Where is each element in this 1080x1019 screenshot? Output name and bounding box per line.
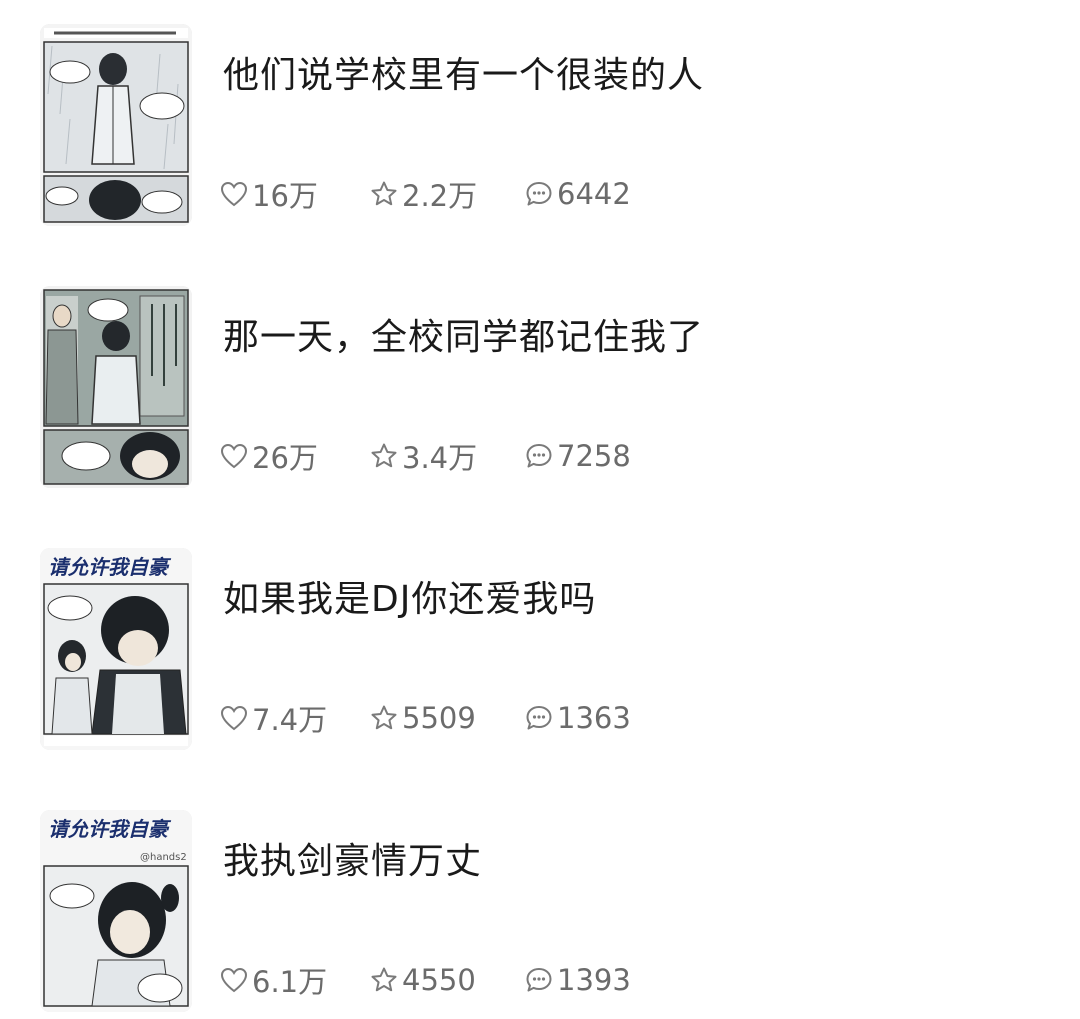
comic-cover-image[interactable] bbox=[40, 24, 192, 226]
favorite-count: 4550 bbox=[402, 963, 476, 997]
speech-bubble-icon bbox=[526, 706, 552, 730]
post-stats: 6.1万 4550 1393 bbox=[220, 960, 631, 1000]
heart-outline-icon bbox=[220, 705, 248, 731]
like-stat[interactable]: 7.4万 bbox=[220, 697, 370, 739]
comment-count: 6442 bbox=[557, 177, 631, 211]
comic-cover-image[interactable]: 请允许我自豪 bbox=[40, 548, 192, 750]
comment-stat[interactable]: 1363 bbox=[525, 701, 631, 735]
like-stat[interactable]: 26万 bbox=[220, 435, 370, 477]
like-stat[interactable]: 16万 bbox=[220, 173, 370, 215]
favorite-stat[interactable]: 2.2万 bbox=[370, 173, 525, 215]
like-count: 7.4万 bbox=[252, 703, 328, 737]
favorite-count: 2.2万 bbox=[402, 179, 478, 213]
post-title[interactable]: 我执剑豪情万丈 bbox=[223, 838, 482, 886]
speech-bubble-icon bbox=[526, 968, 552, 992]
star-outline-icon bbox=[371, 181, 397, 206]
speech-bubble-icon bbox=[526, 444, 552, 468]
heart-outline-icon bbox=[220, 181, 248, 207]
post-stats: 26万 3.4万 7258 bbox=[220, 436, 631, 476]
favorite-stat[interactable]: 5509 bbox=[370, 701, 525, 735]
cover-credit: @hands2 bbox=[140, 852, 187, 863]
comment-stat[interactable]: 6442 bbox=[525, 177, 631, 211]
feed-item[interactable]: 那一天，全校同学都记住我了 26万 3.4万 7258 bbox=[40, 286, 1040, 488]
like-count: 16万 bbox=[252, 179, 318, 213]
feed-item[interactable]: 请允许我自豪 @hands2 我执剑豪情万丈 6.1万 4550 1393 bbox=[40, 810, 1040, 1012]
like-count: 26万 bbox=[252, 441, 318, 475]
feed-item[interactable]: 请允许我自豪 如果我是DJ你还爱我吗 7.4万 5509 1363 bbox=[40, 548, 1040, 750]
post-title[interactable]: 如果我是DJ你还爱我吗 bbox=[223, 576, 596, 624]
favorite-stat[interactable]: 3.4万 bbox=[370, 435, 525, 477]
comment-stat[interactable]: 1393 bbox=[525, 963, 631, 997]
heart-outline-icon bbox=[220, 443, 248, 469]
favorite-count: 5509 bbox=[402, 701, 476, 735]
comment-stat[interactable]: 7258 bbox=[525, 439, 631, 473]
like-stat[interactable]: 6.1万 bbox=[220, 959, 370, 1001]
cover-heading: 请允许我自豪 bbox=[48, 817, 172, 841]
feed-item[interactable]: 他们说学校里有一个很装的人 16万 2.2万 6442 bbox=[40, 24, 1040, 226]
speech-bubble-icon bbox=[526, 182, 552, 206]
post-stats: 16万 2.2万 6442 bbox=[220, 174, 631, 214]
comment-count: 1393 bbox=[557, 963, 631, 997]
comment-count: 7258 bbox=[557, 439, 631, 473]
favorite-count: 3.4万 bbox=[402, 441, 478, 475]
comic-cover-image[interactable]: 请允许我自豪 @hands2 bbox=[40, 810, 192, 1012]
star-outline-icon bbox=[371, 443, 397, 468]
cover-heading: 请允许我自豪 bbox=[48, 555, 172, 579]
heart-outline-icon bbox=[220, 967, 248, 993]
like-count: 6.1万 bbox=[252, 965, 328, 999]
comic-cover-image[interactable] bbox=[40, 286, 192, 488]
comment-count: 1363 bbox=[557, 701, 631, 735]
star-outline-icon bbox=[371, 967, 397, 992]
post-stats: 7.4万 5509 1363 bbox=[220, 698, 631, 738]
favorite-stat[interactable]: 4550 bbox=[370, 963, 525, 997]
comic-feed-list: 他们说学校里有一个很装的人 16万 2.2万 6442 那一天，全校同学都记住我… bbox=[0, 0, 1080, 1019]
star-outline-icon bbox=[371, 705, 397, 730]
post-title[interactable]: 他们说学校里有一个很装的人 bbox=[223, 52, 704, 100]
post-title[interactable]: 那一天，全校同学都记住我了 bbox=[223, 314, 704, 362]
